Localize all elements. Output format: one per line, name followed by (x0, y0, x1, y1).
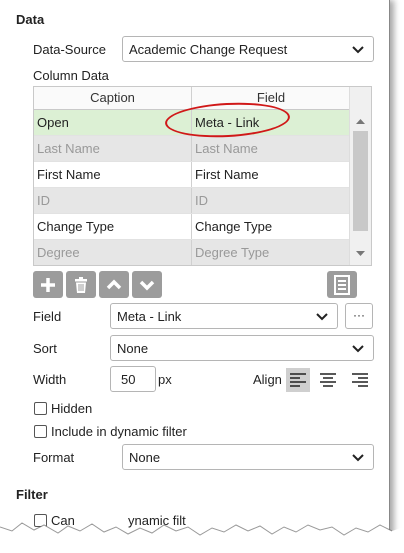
dynamic-filter-label: Include in dynamic filter (51, 424, 187, 439)
data-source-label: Data-Source (33, 42, 106, 57)
align-right-button[interactable] (348, 368, 372, 392)
width-input[interactable]: 50 (110, 366, 156, 392)
filter-section-title: Filter (16, 487, 48, 502)
trash-icon (75, 276, 87, 293)
dynamic-filter-checkbox[interactable] (34, 425, 47, 438)
column-list-button[interactable] (327, 271, 357, 298)
scroll-up-icon[interactable] (355, 117, 366, 125)
align-left-icon (290, 373, 306, 387)
table-row[interactable]: Change Type Change Type (34, 214, 350, 240)
table-row[interactable]: First Name First Name (34, 162, 350, 188)
width-unit: px (158, 372, 172, 387)
field-label: Field (33, 309, 62, 324)
chevron-down-icon (352, 46, 364, 54)
row-field: Degree Type (195, 245, 270, 260)
row-caption: ID (34, 188, 192, 213)
data-source-select[interactable]: Academic Change Request (122, 36, 374, 62)
caption-header[interactable]: Caption (34, 87, 192, 109)
add-icon (41, 277, 55, 292)
row-field: ID (195, 193, 208, 208)
delete-button[interactable] (66, 271, 96, 298)
table-row[interactable]: Degree Degree Type (34, 240, 350, 265)
chevron-down-icon (352, 454, 364, 462)
width-label: Width (33, 372, 67, 387)
chevron-down-icon (139, 280, 155, 290)
row-caption: Degree (34, 240, 192, 265)
add-button[interactable] (33, 271, 63, 298)
row-field: Change Type (195, 219, 273, 234)
row-caption: First Name (34, 162, 192, 187)
align-center-button[interactable] (316, 368, 340, 392)
row-caption: Last Name (34, 136, 192, 161)
sort-value: None (117, 340, 149, 356)
row-field: Last Name (195, 141, 258, 156)
table-row[interactable]: Last Name Last Name (34, 136, 350, 162)
format-value: None (129, 449, 161, 465)
row-caption: Change Type (34, 214, 192, 239)
format-label: Format (33, 450, 75, 465)
list-icon (334, 274, 350, 295)
align-center-icon (320, 373, 336, 387)
width-value: 50 (121, 371, 136, 387)
field-select[interactable]: Meta - Link (110, 303, 338, 329)
grid-scrollbar[interactable] (349, 87, 371, 265)
move-down-button[interactable] (132, 271, 162, 298)
row-field: First Name (195, 167, 259, 182)
chevron-up-icon (106, 279, 122, 289)
chevron-down-icon (352, 345, 364, 353)
hidden-checkbox[interactable] (34, 402, 47, 415)
format-select[interactable]: None (122, 444, 374, 470)
table-row[interactable]: ID ID (34, 188, 350, 214)
scroll-down-icon[interactable] (355, 250, 366, 258)
chevron-down-icon (316, 313, 328, 321)
sort-label: Sort (33, 341, 57, 356)
torn-edge (0, 522, 404, 553)
sort-select[interactable]: None (110, 335, 374, 361)
field-value: Meta - Link (117, 308, 182, 324)
hidden-label: Hidden (51, 401, 93, 416)
scrollbar-thumb[interactable] (353, 131, 368, 231)
field-more-button[interactable]: ··· (345, 303, 373, 329)
align-right-icon (352, 373, 368, 387)
align-label: Align (253, 372, 282, 387)
column-data-label: Column Data (33, 68, 109, 83)
data-section-title: Data (16, 12, 45, 27)
properties-panel: Data Data-Source Academic Change Request… (0, 0, 390, 553)
data-source-value: Academic Change Request (129, 41, 288, 57)
move-up-button[interactable] (99, 271, 129, 298)
align-left-button[interactable] (286, 368, 310, 392)
